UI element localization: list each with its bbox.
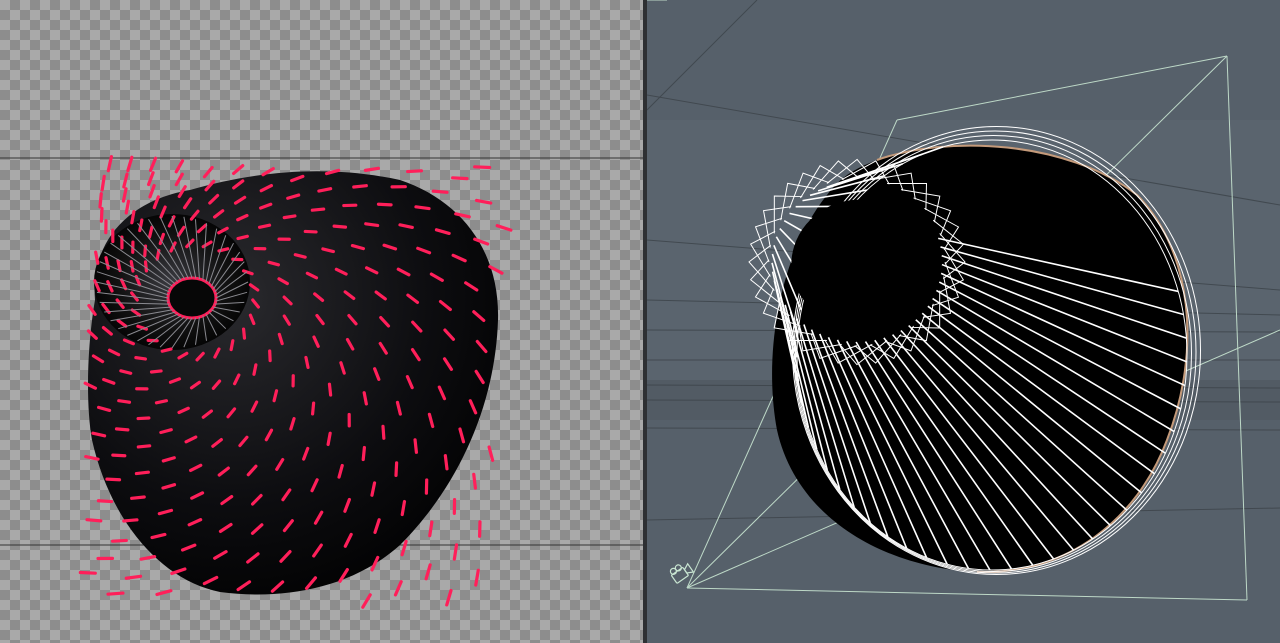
rib-segment [451,176,469,181]
rib-segment [94,250,100,265]
rib-segment [362,391,368,406]
rib-segment [105,477,122,482]
rib-segment [154,399,169,405]
rib-segment [100,174,106,192]
rib-segment [130,495,146,500]
rib-segment [121,187,128,203]
rib-segment [174,159,185,174]
rib-segment [363,166,380,172]
rib-segment [364,222,380,228]
rib-segment [147,171,155,187]
rib-segment [110,538,128,543]
rib-segment [352,184,368,189]
rib-segment [304,355,310,370]
rib-segment [111,453,127,458]
rib-segment [98,192,103,209]
rib-segment [139,554,157,561]
rib-segment [236,234,249,241]
rib-segment [124,199,131,215]
rib-segment [414,205,431,211]
rib-segment [202,165,214,179]
rib-segment [99,206,104,223]
rib-segment [394,461,399,478]
rib-segment [114,427,130,432]
rib-segment [393,580,403,597]
rib-segment [160,347,173,353]
rib-segment [400,539,408,557]
rib-segment [257,223,272,229]
rib-segment [136,444,152,449]
rib-segment [413,438,419,454]
rib-segment [445,588,453,607]
rib-segment [443,454,449,471]
rib-segment [148,156,158,173]
rib-segment [473,165,492,170]
rib-segment [472,472,478,490]
rib-segment [381,424,386,440]
rib-segment [361,593,372,609]
rib-segment [155,248,161,261]
rib-segment [117,399,132,404]
rib-segment [122,518,139,523]
rib-segment [406,169,424,174]
rib-segment [106,155,114,173]
rib-segment [474,568,480,587]
rib-segment [78,570,97,575]
rib-segment [155,589,173,597]
rib-segment [126,155,134,173]
rib-segment [282,214,297,220]
rib-segment [96,499,114,504]
render-canvas [0,155,643,609]
rib-segment [229,339,235,352]
rib-segment [134,470,150,476]
rib-segment [452,543,459,561]
rib-segment [149,369,163,374]
rib-segment [136,416,151,421]
rib-segment [428,520,434,538]
rib-segment [252,363,258,376]
rib-segment [85,518,103,523]
rib-segment [130,209,136,225]
rib-segment [326,431,332,447]
rib-segment [361,445,367,462]
render-preview-panel[interactable] [0,0,643,643]
viewport-canvas [647,0,1280,643]
rib-segment [424,563,432,581]
funnel-object[interactable] [78,155,513,609]
rib-segment [241,327,247,340]
rib-segment [310,207,326,212]
rib-segment [232,164,245,176]
viewport-3d-panel[interactable] [647,0,1280,643]
rib-segment [104,256,110,270]
rib-segment [106,591,125,596]
funnel-inner-bowl [94,214,250,350]
rib-segment [376,202,393,207]
rib-segment [134,356,147,361]
rib-segment [116,258,122,273]
rib-segment [143,260,149,273]
rib-segment [174,172,184,187]
rib-segment [310,401,316,416]
rib-segment [84,454,100,461]
rib-segment [327,382,333,397]
rib-segment [431,189,449,194]
rib-segment [400,499,407,517]
rib-segment [122,172,129,189]
rib-segment [474,198,493,205]
rib-segment [129,259,135,273]
app-window [0,0,1280,643]
rib-segment [495,224,513,232]
rib-segment [124,574,143,580]
rib-segment [487,445,495,462]
funnel-core [166,276,218,320]
rib-segment [332,224,348,229]
rib-segment [148,183,156,199]
